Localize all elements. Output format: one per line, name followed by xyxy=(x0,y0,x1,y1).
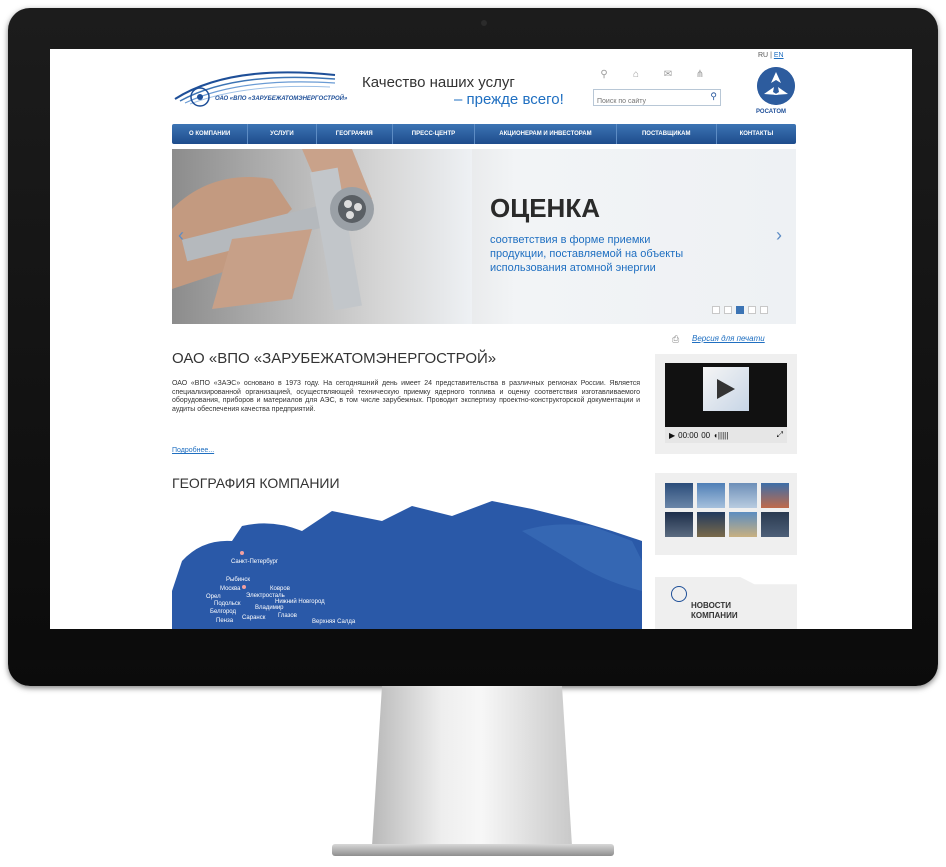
nav-item-press[interactable]: ПРЕСС-ЦЕНТР xyxy=(393,124,476,144)
news-title[interactable]: НОВОСТИ КОМПАНИИ xyxy=(691,601,738,621)
search-box: ⚲ xyxy=(593,89,721,108)
slogan-line-2: – прежде всего! xyxy=(454,91,564,108)
play-icon[interactable] xyxy=(717,379,735,399)
banner-pagination xyxy=(712,306,768,314)
city-label: Подольск xyxy=(214,601,241,607)
video-time: 00:00 xyxy=(678,430,699,440)
slide-dot[interactable] xyxy=(712,306,720,314)
gallery-thumb[interactable] xyxy=(697,512,725,537)
monitor-stand-base xyxy=(332,844,614,856)
nav-item-geography[interactable]: ГЕОГРАФИЯ xyxy=(317,124,393,144)
photo-gallery xyxy=(655,473,797,555)
home-icon[interactable]: ⌂ xyxy=(630,68,642,80)
monitor-stand xyxy=(372,686,572,846)
video-duration: 00 xyxy=(701,430,711,440)
gallery-thumb[interactable] xyxy=(729,512,757,537)
fullscreen-icon[interactable]: ⤢ xyxy=(777,430,787,440)
city-label: Белгород xyxy=(210,609,237,615)
search-icon[interactable]: ⚲ xyxy=(710,91,717,102)
rosatom-logo[interactable] xyxy=(757,67,795,105)
lang-en[interactable]: EN xyxy=(774,52,784,59)
mail-icon[interactable]: ✉ xyxy=(662,68,674,80)
russia-map[interactable] xyxy=(172,501,642,629)
company-logo[interactable] xyxy=(170,69,340,109)
city-label: Москва xyxy=(220,586,241,592)
geography-title: ГЕОГРАФИЯ КОМПАНИИ xyxy=(172,475,340,491)
logo-text: ОАО «ВПО «ЗАРУБЕЖАТОМЭНЕРГОСТРОЙ» xyxy=(215,96,348,102)
gallery-thumb[interactable] xyxy=(761,483,789,508)
city-label: Владимир xyxy=(255,605,284,611)
language-switcher: RU | EN xyxy=(758,52,784,59)
banner-next-arrow[interactable]: › xyxy=(776,225,782,246)
hero-banner: ‹ › ОЦЕНКА соответствия в форме приемки … xyxy=(172,149,796,324)
nav-item-suppliers[interactable]: ПОСТАВЩИКАМ xyxy=(617,124,717,144)
key-icon[interactable]: ⚲ xyxy=(598,68,610,80)
gallery-thumb[interactable] xyxy=(665,512,693,537)
search-input[interactable] xyxy=(594,95,701,108)
main-nav: О КОМПАНИИ УСЛУГИ ГЕОГРАФИЯ ПРЕСС-ЦЕНТР … xyxy=(172,124,796,144)
play-button-icon[interactable]: ▶ xyxy=(669,431,675,440)
slide-dot[interactable] xyxy=(724,306,732,314)
monitor-screen: ОАО «ВПО «ЗАРУБЕЖАТОМЭНЕРГОСТРОЙ» Качест… xyxy=(50,49,912,629)
slide-dot[interactable] xyxy=(748,306,756,314)
city-label: Санкт-Петербург xyxy=(231,559,279,565)
city-label: Пенза xyxy=(216,618,234,624)
nav-item-contacts[interactable]: КОНТАКТЫ xyxy=(717,124,796,144)
news-panel[interactable]: НОВОСТИ КОМПАНИИ xyxy=(655,577,797,629)
rosatom-label: РОСАТОМ xyxy=(756,109,786,115)
banner-prev-arrow[interactable]: ‹ xyxy=(178,225,184,246)
nav-item-services[interactable]: УСЛУГИ xyxy=(248,124,317,144)
slide-dot-active[interactable] xyxy=(736,306,744,314)
page-title: ОАО «ВПО «ЗАРУБЕЖАТОМЭНЕРГОСТРОЙ» xyxy=(172,350,497,367)
print-version-link[interactable]: Версия для печати xyxy=(692,334,765,343)
nav-item-investors[interactable]: АКЦИОНЕРАМ И ИНВЕСТОРАМ xyxy=(475,124,617,144)
sitemap-icon[interactable]: ⋔ xyxy=(694,68,706,80)
header-icons: ⚲ ⌂ ✉ ⋔ xyxy=(598,68,706,80)
gallery-thumb[interactable] xyxy=(729,483,757,508)
slide-dot[interactable] xyxy=(760,306,768,314)
city-label: Орел xyxy=(206,594,221,600)
banner-title: ОЦЕНКА xyxy=(490,193,600,223)
read-more-link[interactable]: Подробнее... xyxy=(172,447,214,454)
globe-icon xyxy=(671,586,687,602)
lang-ru[interactable]: RU xyxy=(758,52,768,59)
webcam xyxy=(481,20,487,26)
nav-item-about[interactable]: О КОМПАНИИ xyxy=(172,124,249,144)
city-label: Рыбинск xyxy=(226,577,251,583)
gallery-thumb[interactable] xyxy=(697,483,725,508)
city-label: Саранск xyxy=(242,615,266,621)
slogan-line-1: Качество наших услуг xyxy=(362,74,515,91)
video-panel: ▶ 00:00 00 ◖||||| ⤢ xyxy=(655,354,797,454)
city-label: Ковров xyxy=(270,586,290,592)
video-controls: ▶ 00:00 00 ◖||||| ⤢ xyxy=(665,427,787,443)
gallery-grid xyxy=(665,483,789,537)
banner-subtitle: соответствия в форме приемки продукции, … xyxy=(490,234,684,274)
city-label: Глазов xyxy=(278,613,297,619)
gallery-thumb[interactable] xyxy=(761,512,789,537)
volume-icon[interactable]: ◖||||| xyxy=(713,431,728,440)
company-description: ОАО «ВПО «ЗАЭС» основано в 1973 году. На… xyxy=(172,380,640,413)
video-player[interactable]: ▶ 00:00 00 ◖||||| ⤢ xyxy=(665,363,787,443)
gallery-thumb[interactable] xyxy=(665,483,693,508)
printer-icon: ⎙ xyxy=(672,334,680,344)
caliper-image xyxy=(172,149,472,324)
city-label: Верхняя Салда xyxy=(312,619,356,625)
